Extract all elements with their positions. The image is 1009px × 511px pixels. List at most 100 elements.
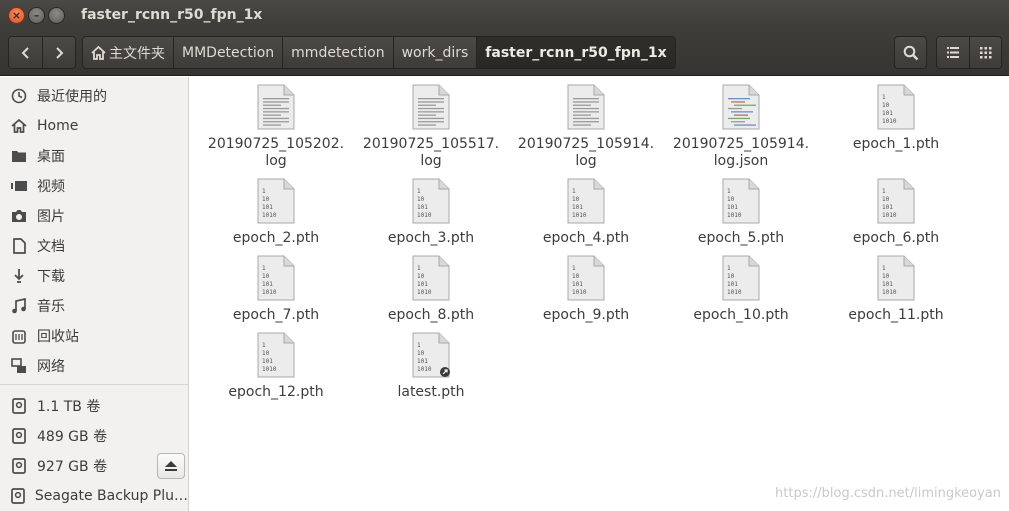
svg-text:1: 1 bbox=[262, 188, 266, 195]
file-item[interactable]: 1 10 101 1010 latest.pth bbox=[356, 332, 506, 401]
sidebar-item-recent[interactable]: 最近使用的 bbox=[0, 82, 188, 110]
svg-text:1010: 1010 bbox=[417, 366, 432, 373]
search-button[interactable] bbox=[894, 36, 927, 69]
sidebar-item-label: 图片 bbox=[37, 209, 65, 225]
file-name: epoch_9.pth bbox=[542, 307, 630, 323]
sidebar-device-4[interactable]: Seagate Backup Plu… bbox=[0, 482, 188, 510]
eject-icon bbox=[165, 461, 177, 471]
svg-text:10: 10 bbox=[417, 273, 425, 280]
svg-text:101: 101 bbox=[417, 281, 428, 288]
svg-text:1010: 1010 bbox=[572, 212, 587, 219]
svg-text:1: 1 bbox=[882, 265, 886, 272]
sidebar-item-label: 回收站 bbox=[37, 329, 79, 345]
file-item[interactable]: 1 10 101 1010 epoch_10.pth bbox=[666, 255, 816, 324]
binary-file-icon: 1 10 101 1010 bbox=[412, 178, 450, 224]
svg-text:10: 10 bbox=[572, 273, 580, 280]
svg-text:101: 101 bbox=[262, 204, 273, 211]
sidebar-item-label: 最近使用的 bbox=[37, 89, 107, 105]
file-item[interactable]: 1 10 101 1010 epoch_5.pth bbox=[666, 178, 816, 247]
maximize-window-button[interactable] bbox=[48, 6, 65, 24]
file-item[interactable]: 1 10 101 1010 epoch_4.pth bbox=[511, 178, 661, 247]
window-title: faster_rcnn_r50_fpn_1x bbox=[81, 7, 263, 23]
clock-icon bbox=[10, 88, 28, 104]
file-name: epoch_2.pth bbox=[232, 230, 320, 246]
sidebar-divider bbox=[0, 384, 188, 385]
file-item[interactable]: 20190725_105517. log bbox=[356, 84, 506, 170]
svg-text:101: 101 bbox=[417, 358, 428, 365]
video-icon bbox=[10, 180, 28, 192]
svg-text:101: 101 bbox=[572, 204, 583, 211]
sidebar-item-trash[interactable]: 回收站 bbox=[0, 322, 188, 350]
sidebar-item-label: Home bbox=[37, 118, 79, 134]
camera-icon bbox=[10, 209, 28, 223]
breadcrumb-current[interactable]: faster_rcnn_r50_fpn_1x bbox=[476, 37, 675, 68]
breadcrumb-home[interactable]: 主文件夹 bbox=[83, 37, 173, 68]
sidebar-device-3[interactable]: 927 GB 卷 bbox=[0, 452, 150, 480]
search-icon bbox=[903, 45, 918, 60]
file-item[interactable]: 20190725_105914. log.json bbox=[666, 84, 816, 170]
file-name: epoch_3.pth bbox=[387, 230, 475, 246]
breadcrumb-mmdetection[interactable]: mmdetection bbox=[282, 37, 393, 68]
file-item[interactable]: 1 10 101 1010 epoch_12.pth bbox=[201, 332, 351, 401]
document-icon bbox=[10, 238, 28, 254]
grid-view-button[interactable] bbox=[969, 37, 1001, 68]
sidebar-item-label: 下载 bbox=[37, 269, 65, 285]
grid-icon bbox=[979, 46, 991, 58]
file-item[interactable]: 1 10 101 1010 epoch_7.pth bbox=[201, 255, 351, 324]
sidebar-item-documents[interactable]: 文档 bbox=[0, 232, 188, 260]
svg-text:1: 1 bbox=[262, 342, 266, 349]
forward-button[interactable] bbox=[42, 37, 75, 68]
network-icon bbox=[10, 358, 28, 374]
file-item[interactable]: 20190725_105914. log bbox=[511, 84, 661, 170]
svg-text:10: 10 bbox=[882, 196, 890, 203]
file-item[interactable]: 1 10 101 1010 epoch_1.pth bbox=[821, 84, 971, 153]
file-name: 20190725_105914. log bbox=[517, 136, 655, 169]
sidebar-item-home[interactable]: Home bbox=[0, 112, 188, 140]
file-item[interactable]: 1 10 101 1010 epoch_3.pth bbox=[356, 178, 506, 247]
svg-text:1: 1 bbox=[417, 188, 421, 195]
svg-text:101: 101 bbox=[417, 204, 428, 211]
breadcrumb-work-dirs[interactable]: work_dirs bbox=[392, 37, 477, 68]
close-window-button[interactable]: × bbox=[8, 6, 25, 24]
svg-text:10: 10 bbox=[882, 102, 890, 109]
breadcrumb-mmdetection-root[interactable]: MMDetection bbox=[173, 37, 283, 68]
sidebar-item-videos[interactable]: 视频 bbox=[0, 172, 188, 200]
file-item[interactable]: 20190725_105202. log bbox=[201, 84, 351, 170]
svg-text:10: 10 bbox=[572, 196, 580, 203]
download-icon bbox=[10, 268, 28, 284]
sidebar-item-label: 文档 bbox=[37, 239, 65, 255]
sidebar-item-network[interactable]: 网络 bbox=[0, 352, 188, 380]
file-item[interactable]: 1 10 101 1010 epoch_6.pth bbox=[821, 178, 971, 247]
breadcrumb: 主文件夹 MMDetection mmdetection work_dirs f… bbox=[82, 36, 676, 69]
svg-text:1010: 1010 bbox=[262, 366, 277, 373]
back-button[interactable] bbox=[9, 37, 42, 68]
history-nav bbox=[8, 36, 76, 69]
toolbar: 主文件夹 MMDetection mmdetection work_dirs f… bbox=[0, 30, 1009, 76]
sidebar-device-1[interactable]: 1.1 TB 卷 bbox=[0, 392, 188, 420]
file-name: epoch_4.pth bbox=[542, 230, 630, 246]
list-view-button[interactable] bbox=[937, 37, 969, 68]
sidebar-item-desktop[interactable]: 桌面 bbox=[0, 142, 188, 170]
chevron-right-icon bbox=[56, 46, 64, 59]
file-item[interactable]: 1 10 101 1010 epoch_2.pth bbox=[201, 178, 351, 247]
file-name: epoch_7.pth bbox=[232, 307, 320, 323]
sidebar-device-2[interactable]: 489 GB 卷 bbox=[0, 422, 188, 450]
sidebar-item-music[interactable]: 音乐 bbox=[0, 292, 188, 320]
file-name: epoch_8.pth bbox=[387, 307, 475, 323]
file-item[interactable]: 1 10 101 1010 epoch_11.pth bbox=[821, 255, 971, 324]
svg-text:1: 1 bbox=[417, 342, 421, 349]
home-icon bbox=[91, 45, 106, 60]
file-item[interactable]: 1 10 101 1010 epoch_8.pth bbox=[356, 255, 506, 324]
svg-text:101: 101 bbox=[727, 204, 738, 211]
file-item[interactable]: 1 10 101 1010 epoch_9.pth bbox=[511, 255, 661, 324]
file-name: epoch_6.pth bbox=[852, 230, 940, 246]
eject-button[interactable] bbox=[157, 453, 185, 479]
breadcrumb-label: 主文件夹 bbox=[109, 45, 165, 62]
minimize-window-button[interactable]: – bbox=[28, 6, 45, 24]
svg-text:101: 101 bbox=[727, 281, 738, 288]
sidebar-item-pictures[interactable]: 图片 bbox=[0, 202, 188, 230]
sidebar-item-downloads[interactable]: 下载 bbox=[0, 262, 188, 290]
svg-text:101: 101 bbox=[262, 281, 273, 288]
sidebar-item-label: 视频 bbox=[37, 179, 65, 195]
folder-icon bbox=[10, 149, 28, 163]
